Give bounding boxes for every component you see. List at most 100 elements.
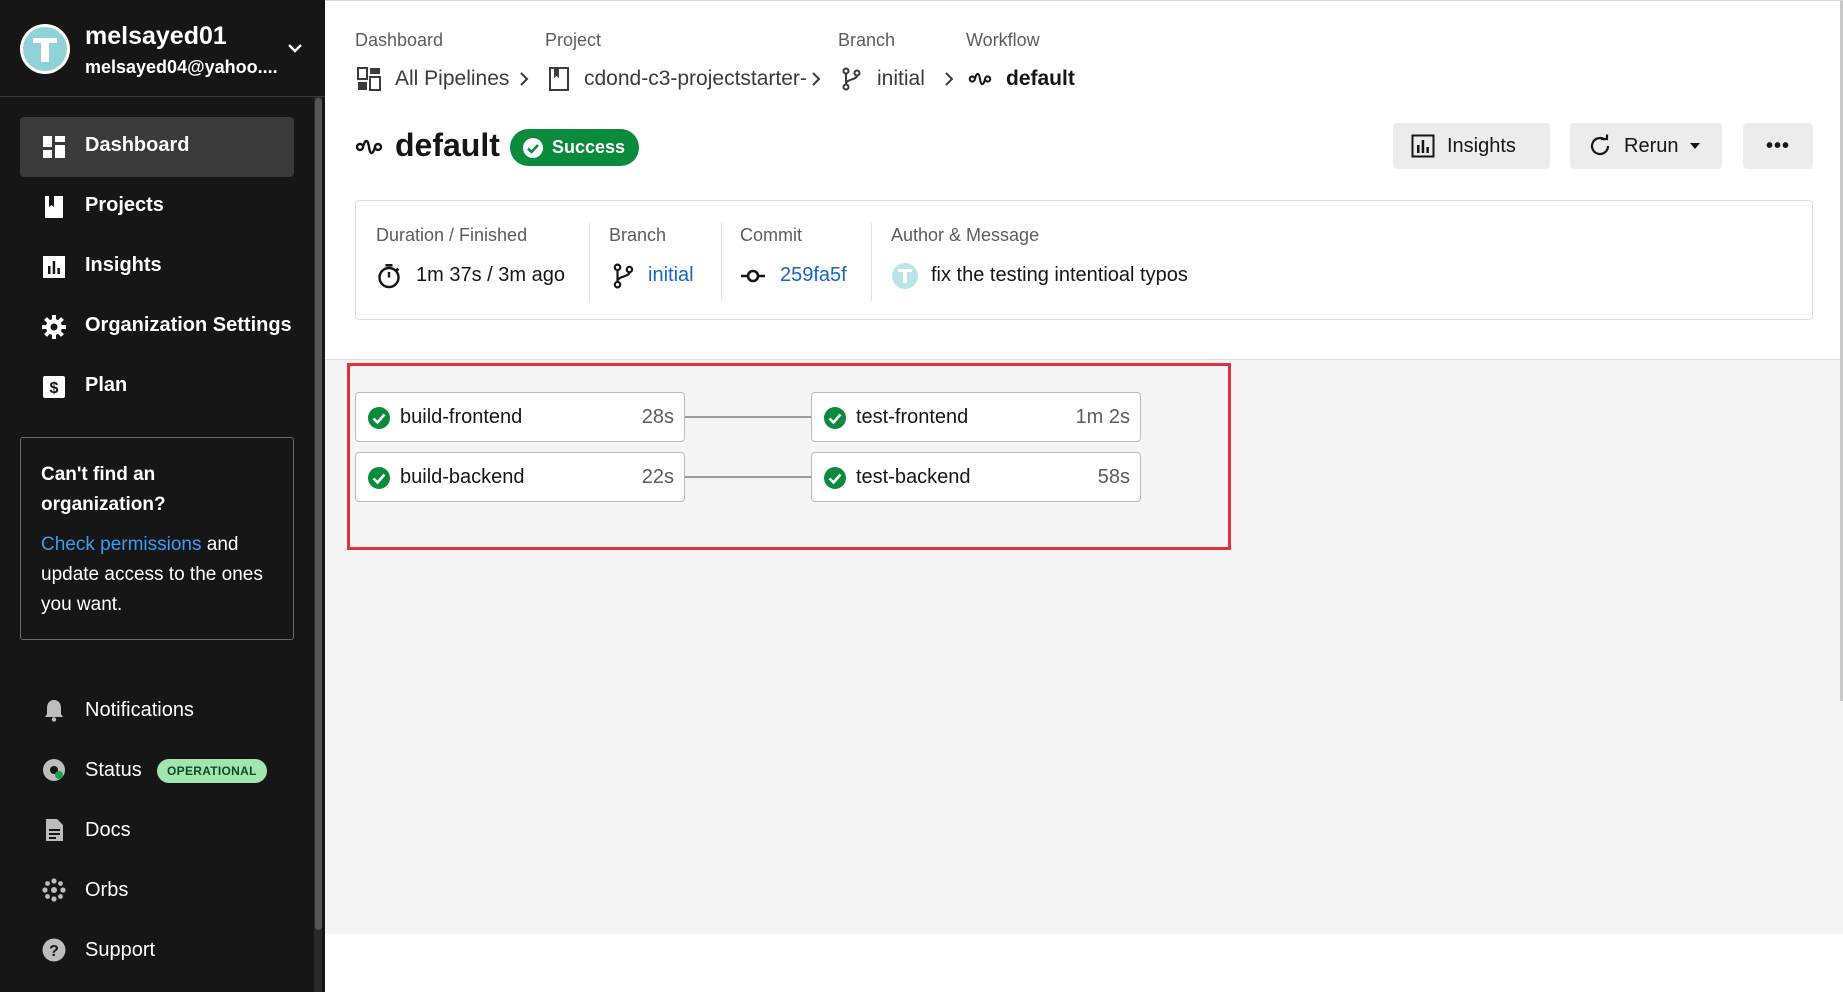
breadcrumb-all-pipelines[interactable]: All Pipelines (395, 67, 509, 91)
job-duration: 1m 2s (1075, 406, 1130, 428)
sidebar-item-label: Orbs (85, 879, 129, 901)
rerun-button-label: Rerun (1624, 134, 1679, 157)
sidebar-item-label: Dashboard (85, 134, 190, 156)
more-options-button[interactable]: ••• (1743, 123, 1813, 169)
gear-icon (42, 315, 66, 339)
job-connector (685, 476, 812, 478)
sidebar-item-organization-settings[interactable]: Organization Settings (20, 297, 294, 357)
status-badge: Success (510, 129, 640, 166)
sidebar-item-dashboard[interactable]: Dashboard (20, 117, 294, 177)
workflow-icon (968, 72, 992, 86)
help-icon: ? (42, 938, 66, 962)
sidebar-item-insights[interactable]: Insights (20, 237, 294, 297)
sidebar-item-orbs[interactable]: Orbs (20, 865, 294, 915)
insights-button[interactable]: Insights (1393, 123, 1550, 169)
branch-icon (613, 263, 634, 289)
sidebar-item-status[interactable]: Status OPERATIONAL (20, 745, 294, 795)
commit-message: fix the testing intentioal typos (931, 264, 1188, 286)
job-name: test-frontend (856, 406, 969, 428)
stopwatch-icon (378, 264, 400, 289)
sidebar-item-label: Status (85, 759, 142, 781)
page-title: default (395, 127, 500, 163)
job-test-frontend[interactable]: test-frontend 1m 2s (811, 392, 1141, 442)
branch-icon (842, 67, 861, 91)
job-name: build-backend (400, 466, 525, 488)
job-name: test-backend (856, 466, 971, 488)
status-badge: OPERATIONAL (157, 759, 267, 783)
insights-button-label: Insights (1447, 134, 1516, 157)
insights-icon (43, 256, 65, 278)
sidebar-item-support[interactable]: ? Support (20, 925, 294, 975)
status-text: Success (552, 137, 626, 157)
refresh-icon (1590, 134, 1610, 156)
job-build-backend[interactable]: build-backend 22s (355, 452, 685, 502)
branch-link[interactable]: initial (648, 264, 694, 287)
success-check-icon (368, 467, 390, 489)
avatar (20, 24, 70, 74)
breadcrumb-project-label: Project (545, 30, 602, 50)
job-duration: 28s (641, 406, 674, 428)
projects-icon (45, 196, 63, 218)
sidebar-item-label: Organization Settings (85, 314, 292, 336)
chevron-right-icon (812, 72, 821, 86)
commit-link[interactable]: 259fa5f (780, 264, 847, 287)
sidebar-item-label: Projects (85, 194, 164, 216)
insights-icon (1411, 134, 1435, 158)
orbs-icon (42, 878, 66, 902)
sidebar-item-docs[interactable]: Docs (20, 805, 294, 855)
breadcrumb-project[interactable]: cdond-c3-projectstarter- (584, 67, 807, 91)
sidebar-item-label: Insights (85, 254, 162, 276)
dashboard-icon (43, 136, 65, 158)
breadcrumb-branch-label: Branch (838, 30, 896, 50)
job-duration: 58s (1097, 466, 1130, 488)
sidebar-item-label: Docs (85, 819, 131, 841)
job-connector (685, 416, 812, 418)
caret-down-icon (1690, 143, 1701, 149)
dashboard-icon (357, 67, 381, 91)
sidebar-item-label: Notifications (85, 699, 194, 721)
sidebar-item-projects[interactable]: Projects (20, 177, 294, 237)
chevron-down-icon[interactable] (285, 38, 305, 58)
sidebar-item-plan[interactable]: $ Plan (20, 357, 294, 417)
status-gauge-icon (43, 759, 65, 781)
check-circle-icon (523, 137, 543, 158)
chevron-right-icon (945, 72, 954, 86)
workflow-icon (355, 139, 383, 155)
main-content: Dashboard All Pipelines Project cdond-c3… (325, 0, 1843, 992)
bell-icon (45, 700, 63, 722)
breadcrumb-dashboard-label: Dashboard (355, 30, 444, 50)
duration-label: Duration / Finished (376, 225, 528, 245)
duration-value: 1m 37s / 3m ago (416, 264, 565, 286)
user-menu[interactable]: melsayed01 melsayed04@yahoo.... (0, 0, 325, 97)
divider (871, 223, 872, 301)
success-check-icon (824, 407, 846, 429)
sidebar-scrollbar[interactable] (315, 98, 322, 930)
org-help-box: Can't find an organization? Check permis… (20, 437, 294, 640)
chevron-right-icon (520, 72, 529, 86)
breadcrumb-workflow: default (1006, 67, 1075, 90)
job-test-backend[interactable]: test-backend 58s (811, 452, 1141, 502)
author-avatar (891, 262, 919, 290)
job-build-frontend[interactable]: build-frontend 28s (355, 392, 685, 442)
user-email: melsayed04@yahoo.... (85, 57, 278, 77)
breadcrumb-branch[interactable]: initial (877, 67, 925, 91)
workflow-graph: build-frontend 28s build-backend 22s tes… (325, 359, 1843, 934)
more-icon: ••• (1765, 134, 1790, 157)
author-message-label: Author & Message (891, 225, 1040, 245)
success-check-icon (368, 407, 390, 429)
sidebar-item-notifications[interactable]: Notifications (20, 685, 294, 735)
divider (721, 223, 722, 301)
sidebar-item-label: Plan (85, 374, 128, 396)
rerun-button[interactable]: Rerun (1570, 123, 1722, 169)
dollar-icon: $ (43, 376, 65, 398)
commit-label: Commit (740, 225, 802, 245)
workflow-summary: Duration / Finished 1m 37s / 3m ago Bran… (355, 200, 1813, 320)
user-name: melsayed01 (85, 22, 227, 50)
project-icon (549, 67, 569, 91)
check-permissions-link[interactable]: Check permissions (41, 534, 202, 555)
svg-text:?: ? (49, 943, 59, 960)
commit-icon (741, 269, 765, 283)
doc-icon (46, 819, 63, 841)
job-duration: 22s (641, 466, 674, 488)
branch-label: Branch (609, 225, 667, 245)
